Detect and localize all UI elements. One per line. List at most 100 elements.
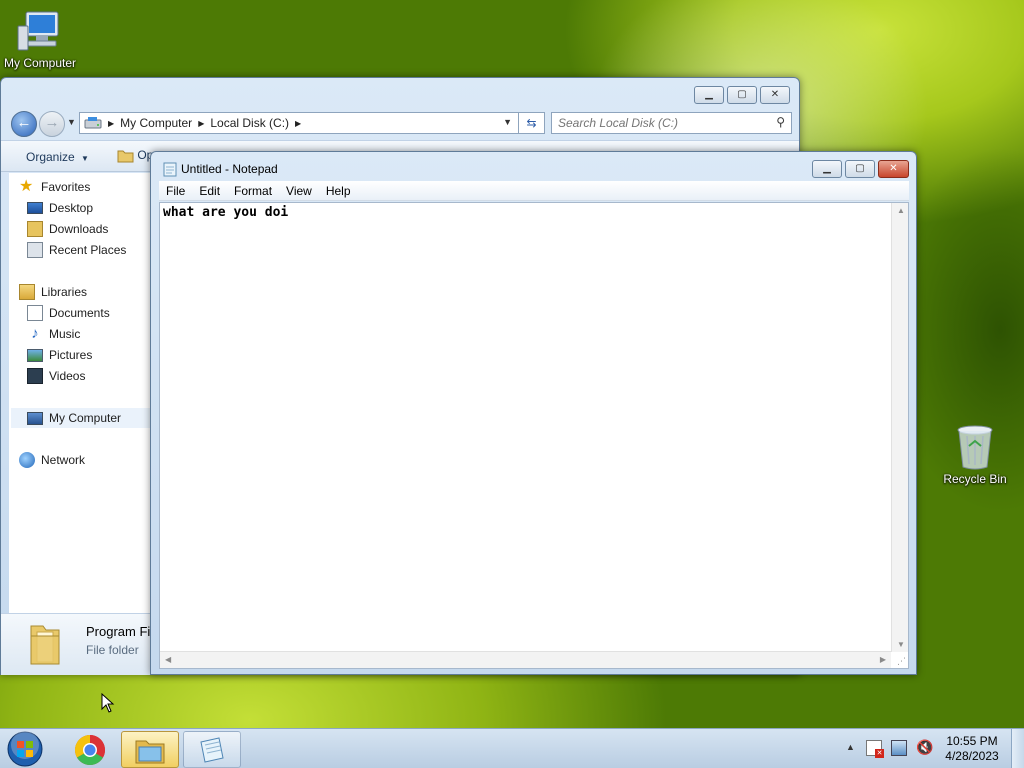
minimize-button[interactable]: ▁ <box>694 86 724 104</box>
action-center-flag-icon[interactable]: ✕ <box>866 740 884 758</box>
search-input[interactable] <box>552 113 764 133</box>
resize-grip-icon[interactable]: ⋰ <box>897 656 906 667</box>
folder-icon <box>117 150 134 163</box>
drive-icon <box>84 117 102 129</box>
network-icon[interactable] <box>891 740 907 756</box>
menu-file[interactable]: File <box>159 184 192 198</box>
clock-time: 10:55 PM <box>946 734 998 748</box>
nav-label: Desktop <box>49 201 94 215</box>
breadcrumb-separator-icon[interactable]: ▶ <box>198 119 204 128</box>
desktop-icon-label: Recycle Bin <box>943 472 1007 486</box>
menu-format[interactable]: Format <box>227 184 279 198</box>
nav-label: Libraries <box>41 285 88 299</box>
desktop-icon-recycle-bin[interactable]: Recycle Bin <box>935 424 1015 486</box>
nav-libraries[interactable]: Libraries <box>19 282 87 302</box>
desktop-icon-label: My Computer <box>3 56 77 70</box>
taskbar: ▲ ✕ 🔇 10:55 PM 4/28/2023 <box>0 728 1024 768</box>
chevron-down-icon: ▼ <box>81 154 89 163</box>
close-button[interactable]: ✕ <box>878 160 909 178</box>
nav-label: Recent Places <box>49 243 127 257</box>
nav-pictures[interactable]: Pictures <box>27 345 92 365</box>
nav-label: Music <box>49 327 81 341</box>
search-icon[interactable]: ⚲ <box>776 115 785 129</box>
menu-edit[interactable]: Edit <box>192 184 227 198</box>
breadcrumb-my-computer[interactable]: My Computer <box>120 116 192 130</box>
folder-icon <box>30 625 60 665</box>
horizontal-scrollbar[interactable]: ◀ ▶ <box>160 651 891 668</box>
music-note-icon: ♪ <box>31 325 39 342</box>
show-desktop-button[interactable] <box>1011 729 1024 768</box>
nav-label: Network <box>41 453 86 467</box>
volume-muted-icon[interactable]: 🔇 <box>916 739 933 756</box>
notepad-icon <box>163 162 177 177</box>
system-clock[interactable]: 10:55 PM 4/28/2023 <box>940 734 1004 764</box>
recycle-bin-icon <box>957 425 993 470</box>
text-editor[interactable] <box>163 205 888 645</box>
pictures-icon <box>27 348 43 362</box>
menu-help[interactable]: Help <box>319 184 358 198</box>
libraries-icon <box>19 284 35 300</box>
nav-favorites[interactable]: ★ Favorites <box>19 177 90 197</box>
nav-downloads[interactable]: Downloads <box>27 219 108 239</box>
close-button[interactable]: ✕ <box>760 86 790 104</box>
details-item-name: Program Fi <box>86 624 151 639</box>
network-globe-icon <box>19 452 35 468</box>
refresh-button[interactable]: ⇆ <box>519 112 545 134</box>
scroll-up-arrow-icon[interactable]: ▲ <box>897 206 905 215</box>
desktop-icon <box>27 202 43 214</box>
nav-network[interactable]: Network <box>19 450 85 470</box>
scroll-down-arrow-icon[interactable]: ▼ <box>897 640 905 649</box>
mouse-cursor-icon <box>101 693 115 713</box>
documents-icon <box>27 305 43 321</box>
forward-arrow-icon: → <box>44 114 60 131</box>
breadcrumb-separator-icon[interactable]: ▶ <box>108 119 114 128</box>
text-area-container: ▲ ▼ ◀ ▶ ⋰ <box>159 202 909 669</box>
nav-label: Pictures <box>49 348 93 362</box>
address-bar[interactable]: ▶ My Computer ▶ Local Disk (C:) ▶ ▼ <box>79 112 519 134</box>
explorer-icon <box>135 740 165 764</box>
scroll-left-arrow-icon[interactable]: ◀ <box>165 655 171 664</box>
forward-button[interactable]: → <box>39 111 65 137</box>
vertical-scrollbar[interactable]: ▲ ▼ <box>891 203 908 652</box>
refresh-icon: ⇆ <box>526 116 537 130</box>
nav-label: Downloads <box>49 222 109 236</box>
menu-view[interactable]: View <box>279 184 319 198</box>
taskbar-explorer-button[interactable] <box>121 731 179 768</box>
open-button[interactable]: Op <box>117 148 153 163</box>
maximize-button[interactable]: ▢ <box>845 160 875 178</box>
nav-recent-places[interactable]: Recent Places <box>27 240 126 260</box>
back-arrow-icon: ← <box>16 114 32 131</box>
start-button[interactable] <box>6 730 46 768</box>
downloads-folder-icon <box>27 221 43 237</box>
details-item-type: File folder <box>86 643 139 657</box>
recent-pages-dropdown-icon[interactable]: ▼ <box>67 117 76 127</box>
window-title: Untitled - Notepad <box>181 162 278 176</box>
nav-label: Documents <box>49 306 110 320</box>
scroll-right-arrow-icon[interactable]: ▶ <box>880 655 886 664</box>
nav-my-computer[interactable]: My Computer <box>11 408 161 428</box>
search-box[interactable]: ⚲ <box>551 112 792 134</box>
breadcrumb-local-disk[interactable]: Local Disk (C:) <box>210 116 289 130</box>
nav-label: Videos <box>49 369 86 383</box>
nav-videos[interactable]: Videos <box>27 366 85 386</box>
taskbar-notepad-button[interactable] <box>183 731 241 768</box>
maximize-button[interactable]: ▢ <box>727 86 757 104</box>
back-button[interactable]: ← <box>11 111 37 137</box>
desktop-icon-my-computer[interactable]: My Computer <box>0 8 80 70</box>
notepad-window[interactable]: Untitled - Notepad ▁ ▢ ✕ File Edit Forma… <box>150 151 917 675</box>
computer-icon <box>17 11 59 51</box>
minimize-button[interactable]: ▁ <box>812 160 842 178</box>
address-row: ← → ▼ ▶ My Computer ▶ Local Disk (C:) ▶ … <box>1 108 799 138</box>
nav-label: Favorites <box>41 180 91 194</box>
nav-music[interactable]: ♪ Music <box>27 324 80 344</box>
recent-places-icon <box>27 242 43 258</box>
nav-desktop[interactable]: Desktop <box>27 198 93 218</box>
taskbar-chrome-button[interactable] <box>60 731 118 768</box>
nav-documents[interactable]: Documents <box>27 303 110 323</box>
show-hidden-icons-arrow[interactable]: ▲ <box>846 742 855 752</box>
chrome-icon <box>74 735 106 766</box>
menu-bar: File Edit Format View Help <box>159 181 909 201</box>
address-dropdown-icon[interactable]: ▼ <box>503 117 512 127</box>
organize-button[interactable]: Organize ▼ <box>26 150 89 164</box>
breadcrumb-separator-icon[interactable]: ▶ <box>295 119 301 128</box>
